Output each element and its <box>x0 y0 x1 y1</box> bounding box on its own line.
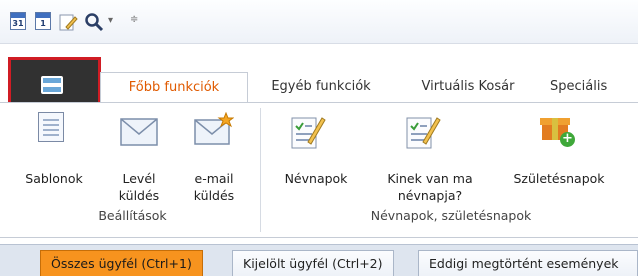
calendar-1-icon[interactable]: 1 <box>35 12 51 32</box>
group-label-nevnapok: Névnapok, születésnapok <box>370 208 532 223</box>
tab-label: Kijelölt ügyfél (Ctrl+2) <box>243 256 383 271</box>
customize-icon[interactable]: ≑ <box>130 14 138 34</box>
tab-label: Összes ügyfél (Ctrl+1) <box>51 256 192 271</box>
group-separator <box>260 108 261 232</box>
szuletesnapok-button[interactable]: Születésnapok <box>500 170 618 187</box>
group-label-beallitasok: Beállítások <box>98 208 167 223</box>
level-kuldes-button[interactable]: Levél küldés <box>110 170 168 204</box>
tab-eddigi-esemenyek[interactable]: Eddigi megtörtént események <box>418 250 638 276</box>
button-label: Levél <box>122 171 156 186</box>
tab-kijelolt-ugyfel[interactable]: Kijelölt ügyfél (Ctrl+2) <box>232 250 394 276</box>
email-kuldes-button[interactable]: e-mail küldés <box>186 170 242 204</box>
tab-fobb-funkciok[interactable]: Főbb funkciók <box>100 72 248 102</box>
checklist-pencil-icon <box>290 114 326 154</box>
envelope-icon <box>120 118 158 150</box>
sablonok-button[interactable]: Sablonok <box>14 170 94 187</box>
button-label: küldés <box>118 188 160 203</box>
tab-specialis[interactable]: Speciális <box>550 72 638 102</box>
tab-label: Eddigi megtörtént események <box>429 256 619 271</box>
button-label: küldés <box>193 188 235 203</box>
notepad-icon[interactable] <box>58 12 78 32</box>
button-label: Születésnapok <box>513 171 605 186</box>
quick-access-toolbar: 31 1 ▾ ≑ <box>0 0 638 44</box>
tab-label: Virtuális Kosár <box>421 79 515 94</box>
dropdown-arrow-icon[interactable]: ▾ <box>108 15 113 35</box>
button-label: Kinek van ma <box>387 171 473 186</box>
gift-add-icon: + <box>538 110 578 150</box>
tab-label: Egyéb funkciók <box>271 79 371 94</box>
checklist-pencil-icon <box>405 114 441 154</box>
button-label: Névnapok <box>284 171 348 186</box>
tab-osszes-ugyfel[interactable]: Összes ügyfél (Ctrl+1) <box>40 250 203 276</box>
template-document-icon <box>38 112 64 142</box>
tab-virtualis-kosar[interactable]: Virtuális Kosár <box>398 72 538 102</box>
search-icon[interactable] <box>84 12 104 32</box>
tab-label: Főbb funkciók <box>128 80 220 95</box>
kinek-van-ma-nevnapja-button[interactable]: Kinek van ma névnapja? <box>372 170 488 204</box>
nevnapok-button[interactable]: Névnapok <box>268 170 364 187</box>
button-label: Sablonok <box>25 171 83 186</box>
calendar-31-icon[interactable]: 31 <box>10 12 26 32</box>
email-star-icon <box>194 111 235 150</box>
tab-egyeb-funkciok[interactable]: Egyéb funkciók <box>252 72 390 102</box>
button-label: névnapja? <box>397 188 463 203</box>
button-label: e-mail <box>194 171 234 186</box>
tab-label: Speciális <box>550 79 608 94</box>
